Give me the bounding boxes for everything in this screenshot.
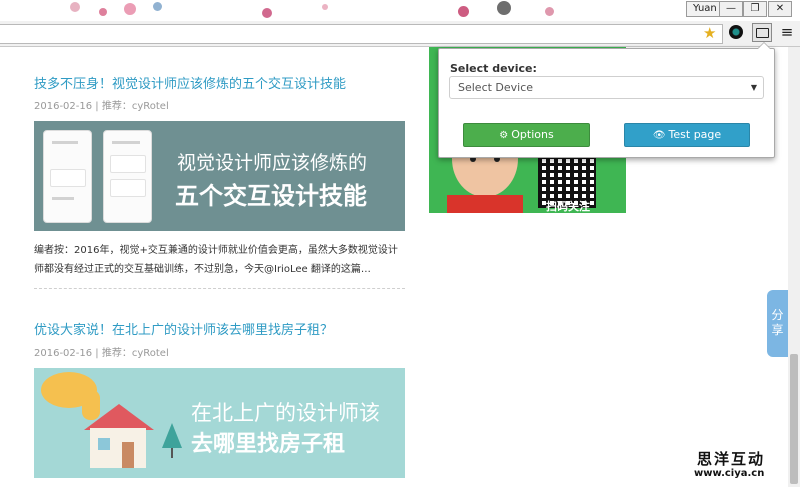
cast-extension-icon[interactable] xyxy=(752,23,772,42)
extension-popup: Select device: Select Device ▼ ⚙ Options … xyxy=(438,42,775,158)
watermark-name: 思洋互动 xyxy=(697,450,766,468)
address-bar[interactable] xyxy=(0,24,723,44)
floral-decoration xyxy=(497,1,511,15)
test-page-button-label: Test page xyxy=(668,128,722,141)
floral-decoration xyxy=(322,4,328,10)
floral-decoration xyxy=(458,6,469,17)
scrollbar-thumb[interactable] xyxy=(790,354,798,484)
window-titlebar: Yuan — ❐ ✕ xyxy=(0,0,800,21)
dropdown-caret-icon: ▼ xyxy=(750,83,757,92)
bookmark-star-icon[interactable]: ★ xyxy=(703,24,716,42)
floral-decoration xyxy=(153,2,162,11)
floral-decoration xyxy=(99,8,107,16)
watermark-url: www.ciya.cn xyxy=(694,468,765,479)
article-meta: 2016-02-16 | 推荐：cyRotel xyxy=(34,348,169,359)
banner-heading-line2: 五个交互设计技能 xyxy=(175,182,367,210)
close-button[interactable]: ✕ xyxy=(768,1,792,17)
article-excerpt: 编者按：2016年，视觉+交互兼通的设计师就业价值会更高，虽然大多数视觉设计师都… xyxy=(34,245,398,275)
gear-icon: ⚙ xyxy=(499,130,509,141)
article-banner-image[interactable]: 在北上广的设计师该 去哪里找房子租 xyxy=(34,368,405,478)
share-tab-button[interactable]: 分享 xyxy=(767,290,788,357)
share-tab-label: 分享 xyxy=(771,308,784,337)
banner-heading-line2: 去哪里找房子租 xyxy=(191,432,346,457)
phone-mockup xyxy=(103,130,152,223)
phone-mockup xyxy=(43,130,92,223)
minimize-button[interactable]: — xyxy=(719,1,743,17)
article-title-link[interactable]: 技多不压身！视觉设计师应该修炼的五个交互设计技能 xyxy=(34,73,346,92)
options-button[interactable]: ⚙ Options xyxy=(463,123,590,147)
test-page-button[interactable]: 👁 Test page xyxy=(624,123,750,147)
house-illustration xyxy=(41,372,182,468)
browser-toolbar: ★ ≡ xyxy=(0,21,800,47)
popup-pointer xyxy=(757,42,771,49)
floral-decoration xyxy=(262,8,272,18)
eye-icon: 👁 xyxy=(652,130,666,141)
banner-heading-line1: 视觉设计师应该修炼的 xyxy=(177,152,368,174)
article-divider xyxy=(34,288,405,289)
extension-circle-icon[interactable] xyxy=(729,25,743,39)
floral-decoration xyxy=(124,3,136,15)
floral-decoration xyxy=(70,2,80,12)
select-device-label: Select device: xyxy=(450,62,537,75)
device-select[interactable]: Select Device ▼ xyxy=(449,76,764,99)
article-meta: 2016-02-16 | 推荐：cyRotel xyxy=(34,101,169,112)
page-scrollbar[interactable] xyxy=(788,47,800,487)
options-button-label: Options xyxy=(511,128,554,141)
floral-decoration xyxy=(545,7,554,16)
restore-button[interactable]: ❐ xyxy=(743,1,767,17)
watermark-logo: 思洋互动 www.ciya.cn xyxy=(680,447,788,487)
qr-caption: 扫码关注 xyxy=(546,200,590,213)
banner-heading-line1: 在北上广的设计师该 xyxy=(191,401,380,425)
article-title-link[interactable]: 优设大家说！在北上广的设计师该去哪里找房子租？ xyxy=(34,319,333,338)
device-select-value: Select Device xyxy=(458,81,534,94)
article-banner-image[interactable]: 视觉设计师应该修炼的 五个交互设计技能 xyxy=(34,121,405,231)
menu-icon[interactable]: ≡ xyxy=(780,24,794,40)
